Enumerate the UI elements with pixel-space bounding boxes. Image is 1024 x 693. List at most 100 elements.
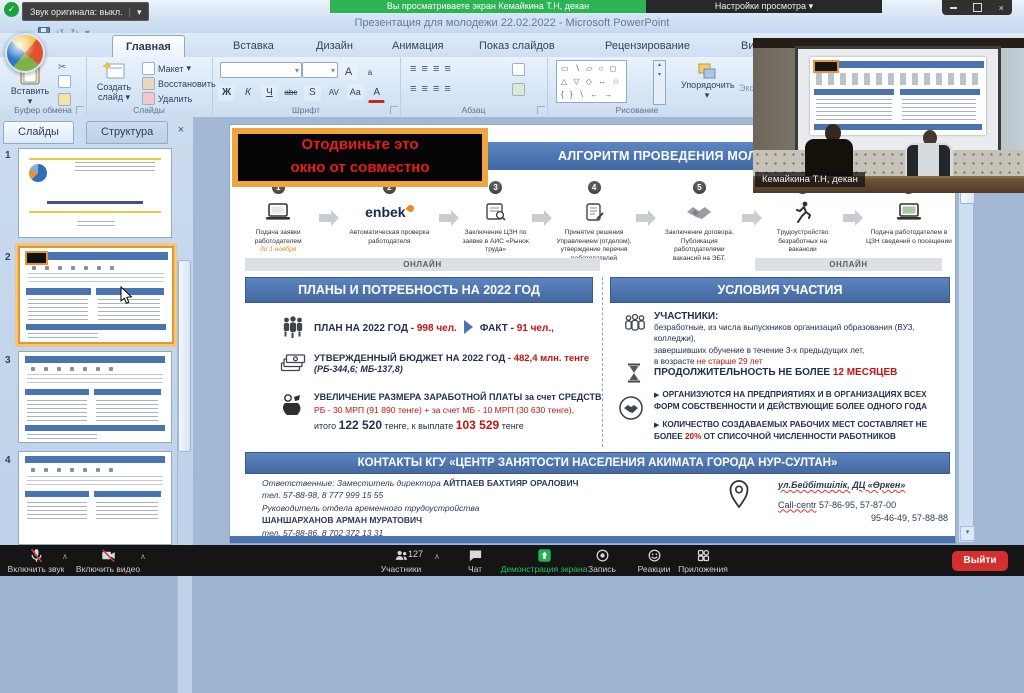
share-screen-icon [537, 548, 552, 563]
new-slide-icon [102, 60, 126, 82]
chat-button[interactable]: Чат [455, 548, 495, 574]
shrink-font-button[interactable]: а [361, 65, 378, 81]
italic-button[interactable]: К [239, 85, 256, 101]
window-title: Презентация для молодежи 22.02.2022 - Mi… [0, 17, 1024, 29]
align-buttons[interactable]: ≡ ≡ ≡ ≡ [410, 83, 452, 95]
paragraph-dialog-launcher[interactable] [537, 106, 545, 114]
change-case-button[interactable]: Aa [347, 84, 364, 100]
record-button[interactable]: Запись [580, 548, 624, 574]
start-video-button[interactable]: Включить видео [76, 548, 140, 574]
enbek-logo: enbek [365, 197, 413, 227]
smiley-icon [647, 548, 662, 563]
apps-button[interactable]: Приложения [672, 548, 734, 574]
slide-thumbnail-3[interactable] [18, 351, 172, 443]
step-3: 3 Заключение ЦЗН по заявке в АИС «Рынок … [462, 181, 529, 255]
convert-smartart-button[interactable] [512, 83, 525, 101]
tab-home[interactable]: Главная [112, 35, 185, 58]
screen-share-banner: Вы просматриваете экран Кемайкина Т.Н, д… [330, 0, 646, 13]
tab-review[interactable]: Рецензирование [592, 35, 703, 57]
step-5: 5 Заключение договора. Публикация работо… [659, 181, 739, 263]
record-icon [595, 548, 610, 563]
duration-row: ПРОДОЛЖИТЕЛЬНОСТЬ НЕ БОЛЕЕ 12 МЕСЯЦЕВ [654, 367, 950, 378]
office-button[interactable] [5, 33, 45, 73]
panel-scrollbar[interactable] [177, 260, 192, 693]
slide-footer-bar [230, 536, 955, 543]
font-name-combo[interactable]: ▾ [220, 62, 302, 78]
strikethrough-button[interactable]: abc [282, 85, 299, 101]
participants-row: УЧАСТНИКИ: безработные, из числа выпускн… [654, 311, 950, 368]
bullet-icon: ▶ [654, 422, 659, 429]
arrange-button[interactable]: Упорядочить ▾ [681, 62, 733, 101]
font-style-buttons: Ж К Ч abc S AV Aa A [218, 82, 385, 103]
slide-thumbnail-4[interactable] [18, 451, 172, 545]
tab-animation[interactable]: Анимация [379, 35, 457, 57]
close-icon[interactable]: × [999, 3, 1004, 13]
leave-meeting-button[interactable]: Выйти [952, 551, 1008, 571]
budget-row: УТВЕРЖДЕННЫЙ БЮДЖЕТ НА 2022 ГОД - 482,4 … [314, 353, 604, 374]
tab-outline[interactable]: Структура [86, 121, 168, 144]
unmute-button[interactable]: Включить звук [6, 548, 66, 574]
new-slide-button[interactable]: Создать слайд ▾ [90, 60, 138, 103]
arrow-right-icon [464, 320, 473, 334]
font-size-combo[interactable]: ▾ [302, 62, 338, 78]
contacts-header: КОНТАКТЫ КГУ «ЦЕНТР ЗАНЯТОСТИ НАСЕЛЕНИЯ … [245, 452, 950, 474]
panel-scrollbar-thumb[interactable] [178, 260, 191, 452]
shadow-button[interactable]: S [304, 85, 321, 101]
reset-button[interactable]: Восстановить [142, 77, 216, 90]
running-person-icon [794, 197, 812, 227]
tab-design[interactable]: Дизайн [303, 35, 366, 57]
minimize-icon[interactable] [950, 7, 957, 9]
sound-dropdown-icon[interactable]: ▾ [137, 4, 142, 20]
delete-button[interactable]: Удалить [142, 92, 192, 105]
online-badge-left: ОНЛАЙН [245, 258, 600, 271]
tab-insert[interactable]: Вставка [220, 35, 287, 57]
people-icon [622, 313, 648, 337]
bold-button[interactable]: Ж [218, 85, 235, 101]
hourglass-icon [626, 363, 642, 383]
grow-font-button[interactable]: А [340, 64, 357, 80]
slide-thumbnail-2-selected[interactable] [18, 246, 174, 344]
slide-thumbnail-1[interactable] [18, 148, 172, 238]
encryption-shield-icon[interactable]: ✓ [4, 2, 19, 17]
video-options-chevron[interactable]: ∧ [140, 552, 146, 561]
underline-button[interactable]: Ч [261, 85, 278, 101]
restore-icon[interactable] [973, 3, 982, 12]
plans-header: ПЛАНЫ И ПОТРЕБНОСТЬ НА 2022 ГОД [245, 277, 593, 303]
reactions-button[interactable]: Реакции [630, 548, 678, 574]
arrow-right-icon [742, 214, 754, 222]
warning-line-1: Отодвиньте это [238, 134, 482, 157]
step-text: Автоматическая проверка работодателя [342, 229, 436, 246]
font-dialog-launcher[interactable] [390, 106, 398, 114]
shapes-scroll-down-icon: ▾ [654, 71, 665, 81]
bullet-icon: ▶ [654, 392, 659, 399]
condition-bullet-2: ▶КОЛИЧЕСТВО СОЗДАВАЕМЫХ РАБОЧИХ МЕСТ СОС… [654, 419, 952, 442]
copy-button[interactable] [58, 75, 71, 93]
character-spacing-button[interactable]: AV [325, 85, 342, 101]
original-sound-toggle[interactable]: Звук оригинала: выкл. | ▾ [22, 2, 149, 21]
list-buttons[interactable]: ≡ ≡ ≡ ≡ [410, 63, 452, 75]
step-number-badge: 4 [588, 181, 601, 194]
slide-number: 4 [5, 455, 11, 466]
arrow-right-icon [319, 214, 331, 222]
text-direction-button[interactable] [512, 63, 525, 81]
tab-slides-thumbnails[interactable]: Слайды [3, 121, 74, 144]
view-settings-dropdown[interactable]: Настройки просмотра ▾ [646, 0, 882, 13]
contacts-address-block: ул.Бейбітшілік, ДЦ «Өркен» Call-centr 57… [778, 479, 948, 526]
condition-bullet-1: ▶ОРГАНИЗУЮТСЯ НА ПРЕДПРИЯТИЯХ И В ОРГАНИ… [654, 389, 952, 412]
shapes-gallery[interactable]: ▭ ∖ ▱ ○ ◻ △ ▽ ◇ ↔ ☆ { } ∖ ← → [556, 60, 627, 103]
step-number-badge: 5 [693, 181, 706, 194]
panel-close-icon[interactable]: × [174, 124, 188, 136]
shapes-scrollbar[interactable]: ▴ ▾ [653, 60, 666, 105]
webcam-video[interactable]: Кемайкина Т.Н, декан [753, 38, 1024, 193]
cut-button[interactable]: ✂ [58, 61, 71, 75]
participants-chevron[interactable]: ∧ [434, 552, 440, 561]
font-color-button[interactable]: A [368, 85, 385, 103]
tab-slideshow[interactable]: Показ слайдов [466, 35, 568, 57]
document-pen-icon [584, 197, 604, 227]
clipboard-dialog-launcher[interactable] [76, 106, 84, 114]
layout-button[interactable]: Макет▾ [142, 62, 191, 75]
arrow-right-icon [636, 214, 648, 222]
scroll-down-icon[interactable]: ▾ [960, 526, 975, 541]
shape-row-1: ▭ ∖ ▱ ○ ◻ [561, 62, 622, 75]
audio-options-chevron[interactable]: ∧ [62, 552, 68, 561]
